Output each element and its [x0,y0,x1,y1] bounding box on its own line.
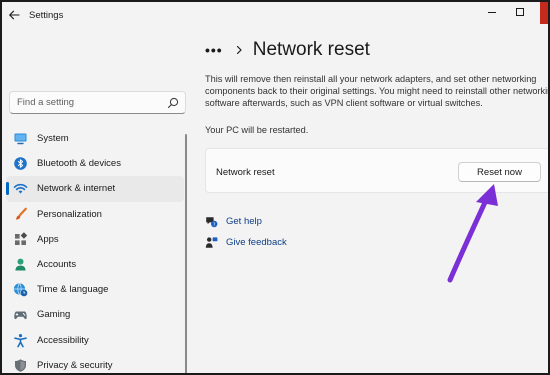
reset-now-button[interactable]: Reset now [458,162,541,182]
sidebar-item-apps[interactable]: Apps [6,227,184,252]
restart-note: Your PC will be restarted. [205,125,309,135]
sidebar-item-accessibility[interactable]: Accessibility [6,328,184,353]
minimize-icon[interactable] [486,6,498,18]
sidebar-scrollbar[interactable] [185,134,187,373]
sidebar-item-label: Time & language [37,284,109,296]
chevron-right-icon [236,45,242,55]
annotation-arrow-icon [447,184,498,283]
give-feedback-label[interactable]: Give feedback [226,237,287,248]
sidebar-item-label: Bluetooth & devices [37,158,121,170]
search-icon[interactable] [167,97,179,109]
gamepad-icon [14,311,27,320]
sidebar-item-label: Privacy & security [37,359,113,371]
sidebar-item-label: Network & internet [37,183,116,195]
monitor-icon [14,133,27,145]
breadcrumb-more-button[interactable]: ••• [205,42,223,58]
back-arrow-icon[interactable] [7,8,21,22]
sidebar-item-label: Gaming [37,309,71,321]
sidebar-item-label: Personalization [37,208,102,220]
breadcrumb: ••• Network reset [205,38,370,62]
find-setting-search[interactable]: Find a setting [9,91,186,114]
sidebar-nav: System Bluetooth & devices Network & int… [6,126,184,373]
accessibility-icon [14,333,27,347]
brush-icon [16,207,27,220]
title-bar: Settings [2,2,548,30]
sidebar-item-system[interactable]: System [6,126,184,151]
shield-icon [15,358,26,372]
search-placeholder: Find a setting [17,97,75,108]
sidebar-item-accounts[interactable]: Accounts [6,252,184,277]
bluetooth-icon [14,157,27,170]
description-text: This will remove then reinstall all your… [205,73,548,109]
sidebar-item-time-language[interactable]: Time & language [6,277,184,302]
apps-icon [15,231,28,245]
description-line: software afterwards, such as VPN client … [205,98,483,108]
wifi-icon [13,184,28,194]
network-reset-label: Network reset [216,167,275,178]
description-line: This will remove then reinstall all your… [205,74,537,84]
globe-clock-icon [13,283,28,297]
sidebar-item-label: Accessibility [37,334,89,346]
give-feedback-link[interactable]: Give feedback [205,234,287,250]
network-reset-card: Network reset Reset now [205,148,548,193]
sidebar-item-personalization[interactable]: Personalization [6,202,184,227]
description-line: components back to their original settin… [205,86,548,96]
settings-window: Settings Find a setting System Bluetooth… [2,2,548,373]
page-title: Network reset [252,39,370,60]
get-help-link[interactable]: ? Get help [205,213,262,229]
accounts-icon [15,258,26,271]
app-title: Settings [29,10,64,21]
sidebar-item-label: Accounts [37,258,77,270]
sidebar-item-label: Apps [37,233,59,245]
sidebar-item-label: System [37,133,69,144]
sidebar-item-bluetooth[interactable]: Bluetooth & devices [6,151,184,176]
close-button[interactable] [540,2,548,24]
maximize-icon[interactable] [514,6,526,18]
help-icon: ? [206,216,218,228]
sidebar-item-gaming[interactable]: Gaming [6,302,184,327]
sidebar-item-privacy-security[interactable]: Privacy & security [6,353,184,373]
get-help-label[interactable]: Get help [226,216,262,227]
sidebar-item-network-internet[interactable]: Network & internet [6,176,184,202]
feedback-icon [205,236,218,248]
